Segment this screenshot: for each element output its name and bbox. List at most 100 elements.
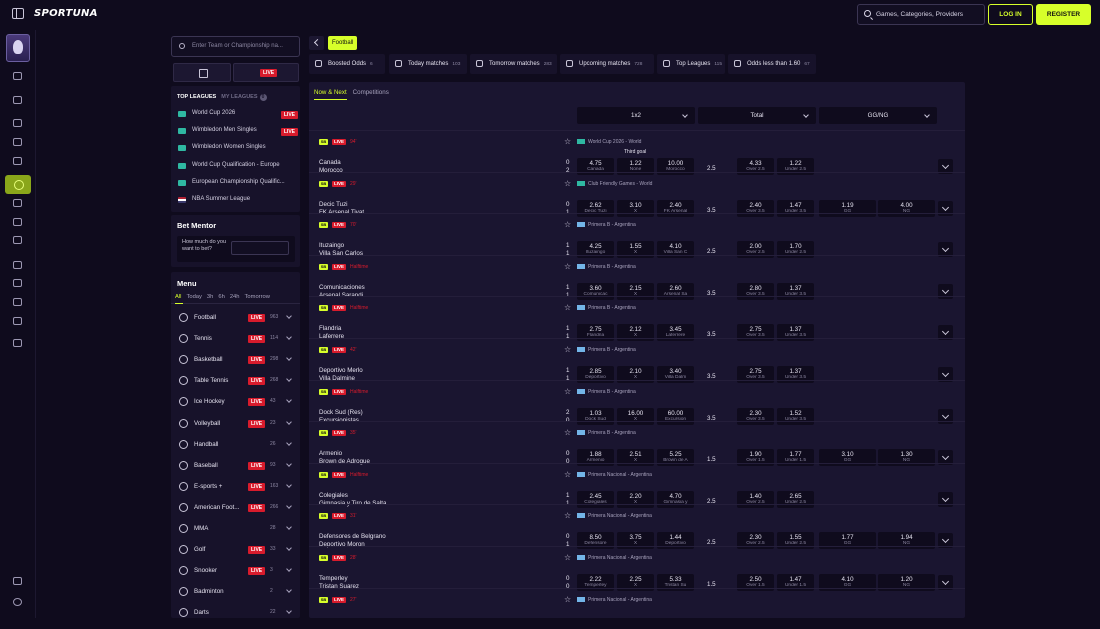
sidebar-item-sport[interactable]: Basketball LIVE 298 <box>171 350 300 370</box>
sidebar-item-sport[interactable]: Baseball LIVE 93 <box>171 456 300 476</box>
favorite-star-icon[interactable]: ☆ <box>564 470 571 479</box>
sidebar-item-sport[interactable]: Handball 26 <box>171 435 300 455</box>
match-row[interactable]: SB LIVE Halftime ☆ Primera Nacional - Argent… <box>309 462 965 508</box>
chevron-down-icon[interactable] <box>286 481 292 488</box>
chevron-down-icon[interactable] <box>286 524 292 530</box>
favorite-star-icon[interactable]: ☆ <box>564 262 571 271</box>
league-item[interactable]: Wimbledon Men Singles LIVE <box>178 126 298 138</box>
market-select-ggng[interactable]: GG/NG <box>819 107 937 124</box>
sidebar-item-sport[interactable]: Football LIVE 963 <box>171 308 300 328</box>
favorite-star-icon[interactable]: ☆ <box>564 303 571 312</box>
sidebar-item-sport[interactable]: Darts 22 <box>171 603 300 623</box>
tips-icon[interactable] <box>13 261 22 269</box>
favorite-star-icon[interactable]: ☆ <box>564 553 571 562</box>
language-flag-icon[interactable] <box>13 577 22 585</box>
sidebar-item-sport[interactable]: Volleyball LIVE 23 <box>171 414 300 434</box>
league-item[interactable]: Wimbledon Women Singles <box>178 143 298 155</box>
vip-diamond-icon[interactable] <box>13 339 22 347</box>
match-row[interactable]: SB LIVE Halftime ☆ Primera B - Argentina Flan… <box>309 296 965 342</box>
virtual-icon[interactable] <box>13 218 22 226</box>
tab-competitions[interactable]: Competitions <box>353 89 389 96</box>
chevron-down-icon[interactable] <box>286 418 292 425</box>
market-select-1x2[interactable]: 1x2 <box>577 107 695 124</box>
match-row[interactable]: SB LIVE Halftime ☆ Primera B - Argentina Dock… <box>309 379 965 425</box>
casino-icon[interactable] <box>13 138 22 146</box>
time-tab[interactable]: 6h <box>218 294 224 300</box>
sidebar-toggle-icon[interactable] <box>12 8 24 19</box>
favorite-star-icon[interactable]: ☆ <box>564 511 571 520</box>
match-row[interactable]: SB LIVE 29' ☆ Club Friendly Games - World Dec… <box>309 171 965 217</box>
live-tab[interactable]: LIVE <box>233 63 299 82</box>
global-search-input[interactable]: Games, Categories, Providers <box>857 4 985 25</box>
favorite-star-icon[interactable]: ☆ <box>564 137 571 146</box>
time-tab[interactable]: Tomorrow <box>245 294 270 300</box>
gifts-icon[interactable] <box>13 317 22 325</box>
sidebar-item-sport[interactable]: Golf LIVE 33 <box>171 540 300 560</box>
chevron-down-icon[interactable] <box>286 545 292 551</box>
sidebar-item-sport[interactable]: Tennis LIVE 114 <box>171 329 300 349</box>
chevron-down-icon[interactable] <box>286 397 292 404</box>
sidebar-item-sport[interactable]: E-sports + LIVE 163 <box>171 477 300 497</box>
filter-chip[interactable]: Tomorrow matches 283 <box>470 54 557 74</box>
match-row[interactable]: SB LIVE 31' ☆ Primera Nacional - Argentina De… <box>309 504 965 550</box>
tab-now-next[interactable]: Now & Next <box>314 89 347 96</box>
team-search-input[interactable]: Enter Team or Championship na... <box>171 36 300 57</box>
match-row[interactable]: SB LIVE Halftime ☆ Primera B - Argentina Comu… <box>309 254 965 300</box>
favorite-star-icon[interactable]: ☆ <box>564 428 571 437</box>
chevron-down-icon[interactable] <box>286 439 292 446</box>
register-button[interactable]: REGISTER <box>1036 4 1091 25</box>
time-tab[interactable]: 3h <box>207 294 213 300</box>
promo-avatar[interactable] <box>6 34 30 62</box>
time-tab[interactable]: Today <box>186 294 201 300</box>
league-item[interactable]: European Championship Qualific... <box>178 178 298 190</box>
sidebar-item-sport[interactable]: Badminton 2 <box>171 582 300 602</box>
filter-chip[interactable]: Upcoming matches 728 <box>560 54 654 74</box>
match-row[interactable]: SB LIVE 70' ☆ Primera B - Argentina Ituzaingo… <box>309 213 965 259</box>
chevron-down-icon[interactable] <box>286 376 292 383</box>
filter-chip[interactable]: Boosted Odds 6 <box>309 54 385 74</box>
chevron-down-icon[interactable] <box>286 587 292 594</box>
filter-chip[interactable]: Today matches 103 <box>389 54 467 74</box>
bet-amount-input[interactable] <box>231 241 289 255</box>
match-row[interactable]: SB LIVE 27' ☆ Primera Nacional - Argentina <box>309 587 965 629</box>
favorite-star-icon[interactable]: ☆ <box>564 387 571 396</box>
help-icon[interactable] <box>13 598 22 606</box>
login-button[interactable]: LOG IN <box>988 4 1033 25</box>
back-button[interactable] <box>309 36 324 50</box>
chevron-down-icon[interactable] <box>286 313 292 319</box>
top-leagues-tab[interactable]: TOP LEAGUES <box>177 94 216 100</box>
filter-chip[interactable]: Top Leagues 115 <box>657 54 725 74</box>
promotions-icon[interactable] <box>13 298 22 306</box>
market-select-total[interactable]: Total <box>698 107 816 124</box>
league-item[interactable]: NBA Summer League <box>178 195 298 207</box>
breadcrumb-football[interactable]: Football <box>328 36 358 50</box>
home-tab[interactable] <box>173 63 231 82</box>
sidebar-item-sport[interactable]: Snooker LIVE 3 <box>171 561 300 581</box>
chevron-down-icon[interactable] <box>286 566 292 573</box>
home-icon[interactable] <box>13 96 22 104</box>
leaderboard-icon[interactable] <box>13 279 22 287</box>
filter-chip[interactable]: Odds less than 1.60 67 <box>728 54 816 74</box>
match-row[interactable]: SB LIVE 35' ☆ Primera B - Argentina Armenio Br… <box>309 421 965 467</box>
chevron-down-icon[interactable] <box>286 608 292 615</box>
favorite-star-icon[interactable]: ☆ <box>564 595 571 604</box>
chevron-down-icon[interactable] <box>286 460 292 467</box>
esports-icon[interactable] <box>13 236 22 244</box>
league-item[interactable]: World Cup Qualification - Europe <box>178 161 298 173</box>
logo[interactable]: SPORTUNA <box>34 8 98 19</box>
chevron-down-icon[interactable] <box>286 503 292 509</box>
favorite-star-icon[interactable]: ☆ <box>564 220 571 229</box>
sidebar-item-sport[interactable]: Ice Hockey LIVE 43 <box>171 392 300 412</box>
sidebar-item-sport[interactable]: Table Tennis LIVE 268 <box>171 371 300 391</box>
match-row[interactable]: SB LIVE 42' ☆ Primera B - Argentina Deportivo… <box>309 338 965 383</box>
sports-icon[interactable] <box>5 175 31 194</box>
cards-icon[interactable] <box>13 157 22 165</box>
bet-slip-icon[interactable] <box>13 119 22 127</box>
favorite-star-icon[interactable]: ☆ <box>564 179 571 188</box>
time-tab[interactable]: All <box>175 294 181 300</box>
time-tab[interactable]: 24h <box>230 294 240 300</box>
sidebar-item-sport[interactable]: MMA 28 <box>171 519 300 539</box>
my-leagues-tab[interactable]: MY LEAGUES <box>221 94 257 100</box>
match-row[interactable]: SB LIVE 94' ☆ World Cup 2026 - World Canada Mo… <box>309 130 965 175</box>
match-row[interactable]: SB LIVE 28' ☆ Primera Nacional - Argentina Te… <box>309 546 965 591</box>
